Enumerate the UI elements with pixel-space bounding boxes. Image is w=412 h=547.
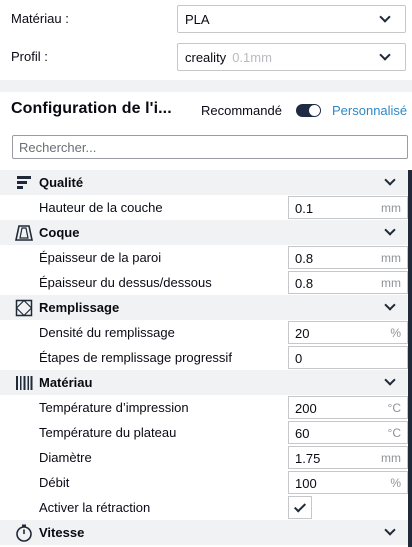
setting-input[interactable]: 20%	[288, 321, 408, 344]
setting-row: Épaisseur du dessus/dessous 0.8 mm	[0, 270, 412, 295]
chevron-down-icon	[384, 524, 396, 536]
category-2[interactable]: Remplissage	[0, 295, 412, 320]
setting-input[interactable]: 0	[288, 346, 408, 369]
category-label: Matériau	[39, 375, 93, 390]
setting-value: 0.8	[295, 276, 314, 291]
setting-unit: mm	[381, 276, 401, 290]
setting-label: Température d’impression	[39, 400, 189, 415]
category-label: Coque	[39, 225, 80, 240]
setting-row: Température d’impression 200 °C	[0, 395, 412, 420]
setting-input[interactable]: 0.1 mm	[288, 196, 408, 219]
mode-toggle[interactable]	[296, 104, 321, 117]
setting-row: Épaisseur de la paroi 0.8 mm	[0, 245, 412, 270]
profile-dropdown[interactable]: creality 0.1mm	[177, 43, 406, 71]
setting-label: Épaisseur de la paroi	[39, 250, 162, 265]
setting-checkbox[interactable]	[288, 496, 312, 519]
setting-unit: °C	[387, 401, 401, 415]
profile-name: creality	[185, 50, 227, 65]
setting-value: 0	[295, 351, 303, 366]
search-input[interactable]	[12, 135, 408, 159]
toggle-knob	[309, 105, 320, 116]
setting-label: Débit	[39, 475, 70, 490]
chevron-down-icon	[379, 11, 391, 23]
shell-icon	[15, 224, 33, 242]
profile-label: Profil :	[11, 49, 48, 64]
setting-label: Hauteur de la couche	[39, 200, 163, 215]
profile-row: Profil : creality 0.1mm	[0, 43, 412, 71]
check-icon	[293, 500, 307, 513]
setting-row: Diamètre 1.75 mm	[0, 445, 412, 470]
config-header: Configuration de l'i... Recommandé Perso…	[0, 92, 412, 132]
setting-row: Étapes de remplissage progressif 0	[0, 345, 412, 370]
scrollbar-thumb[interactable]	[408, 170, 412, 547]
category-label: Qualité	[39, 175, 84, 190]
setting-unit: mm	[381, 451, 401, 465]
chevron-down-icon	[379, 49, 391, 61]
setting-value: 0.8	[295, 251, 314, 266]
category-4[interactable]: Vitesse	[0, 520, 412, 545]
mode-custom-label[interactable]: Personnalisé	[332, 103, 407, 118]
setting-row: Densité du remplissage 20%	[0, 320, 412, 345]
config-title: Configuration de l'i...	[11, 100, 172, 117]
material-icon	[15, 374, 33, 392]
setting-label: Étapes de remplissage progressif	[39, 350, 232, 365]
setting-value: 20	[295, 326, 310, 341]
setting-row: Débit 100%	[0, 470, 412, 495]
setting-input[interactable]: 60 °C	[288, 421, 408, 444]
setting-label: Activer la rétraction	[39, 500, 151, 515]
setting-label: Température du plateau	[39, 425, 177, 440]
chevron-down-icon	[384, 299, 396, 311]
setting-input[interactable]: 200 °C	[288, 396, 408, 419]
category-0[interactable]: Qualité	[0, 170, 412, 195]
speed-icon	[15, 524, 33, 542]
material-dropdown[interactable]: PLA	[177, 5, 406, 33]
category-3[interactable]: Matériau	[0, 370, 412, 395]
setting-value: 100	[295, 476, 317, 491]
setting-label: Diamètre	[39, 450, 92, 465]
chevron-down-icon	[384, 174, 396, 186]
setting-unit: %	[390, 476, 401, 490]
category-1[interactable]: Coque	[0, 220, 412, 245]
material-row: Matériau : PLA	[0, 5, 412, 33]
setting-value: 1.75	[295, 451, 321, 466]
setting-input[interactable]: 0.8 mm	[288, 246, 408, 269]
setting-unit: mm	[381, 251, 401, 265]
setting-input[interactable]: 100%	[288, 471, 408, 494]
material-value: PLA	[185, 12, 210, 27]
layers-icon	[15, 174, 33, 192]
top-settings: Matériau : PLA Profil : creality 0.1mm	[0, 0, 412, 80]
material-label: Matériau :	[11, 11, 69, 26]
setting-input[interactable]: 0.8 mm	[288, 271, 408, 294]
profile-layer-height: 0.1mm	[232, 50, 272, 65]
scrollbar[interactable]	[408, 170, 412, 547]
chevron-down-icon	[384, 374, 396, 386]
category-label: Remplissage	[39, 300, 120, 315]
setting-row: Hauteur de la couche 0.1 mm	[0, 195, 412, 220]
profile-value: creality 0.1mm	[185, 50, 272, 65]
setting-input[interactable]: 1.75 mm	[288, 446, 408, 469]
setting-unit: mm	[381, 201, 401, 215]
infill-icon	[15, 299, 33, 317]
section-divider	[0, 80, 412, 92]
settings-list: Qualité Hauteur de la couche 0.1 mm Coque Épa…	[0, 170, 412, 545]
mode-recommended-label[interactable]: Recommandé	[201, 103, 282, 118]
setting-label: Densité du remplissage	[39, 325, 175, 340]
setting-label: Épaisseur du dessus/dessous	[39, 275, 212, 290]
setting-row: Activer la rétraction	[0, 495, 412, 520]
setting-unit: %	[390, 326, 401, 340]
chevron-down-icon	[384, 224, 396, 236]
category-label: Vitesse	[39, 525, 85, 540]
setting-value: 200	[295, 401, 317, 416]
setting-unit: °C	[387, 426, 401, 440]
setting-value: 0.1	[295, 201, 314, 216]
setting-value: 60	[295, 426, 310, 441]
setting-row: Température du plateau 60 °C	[0, 420, 412, 445]
